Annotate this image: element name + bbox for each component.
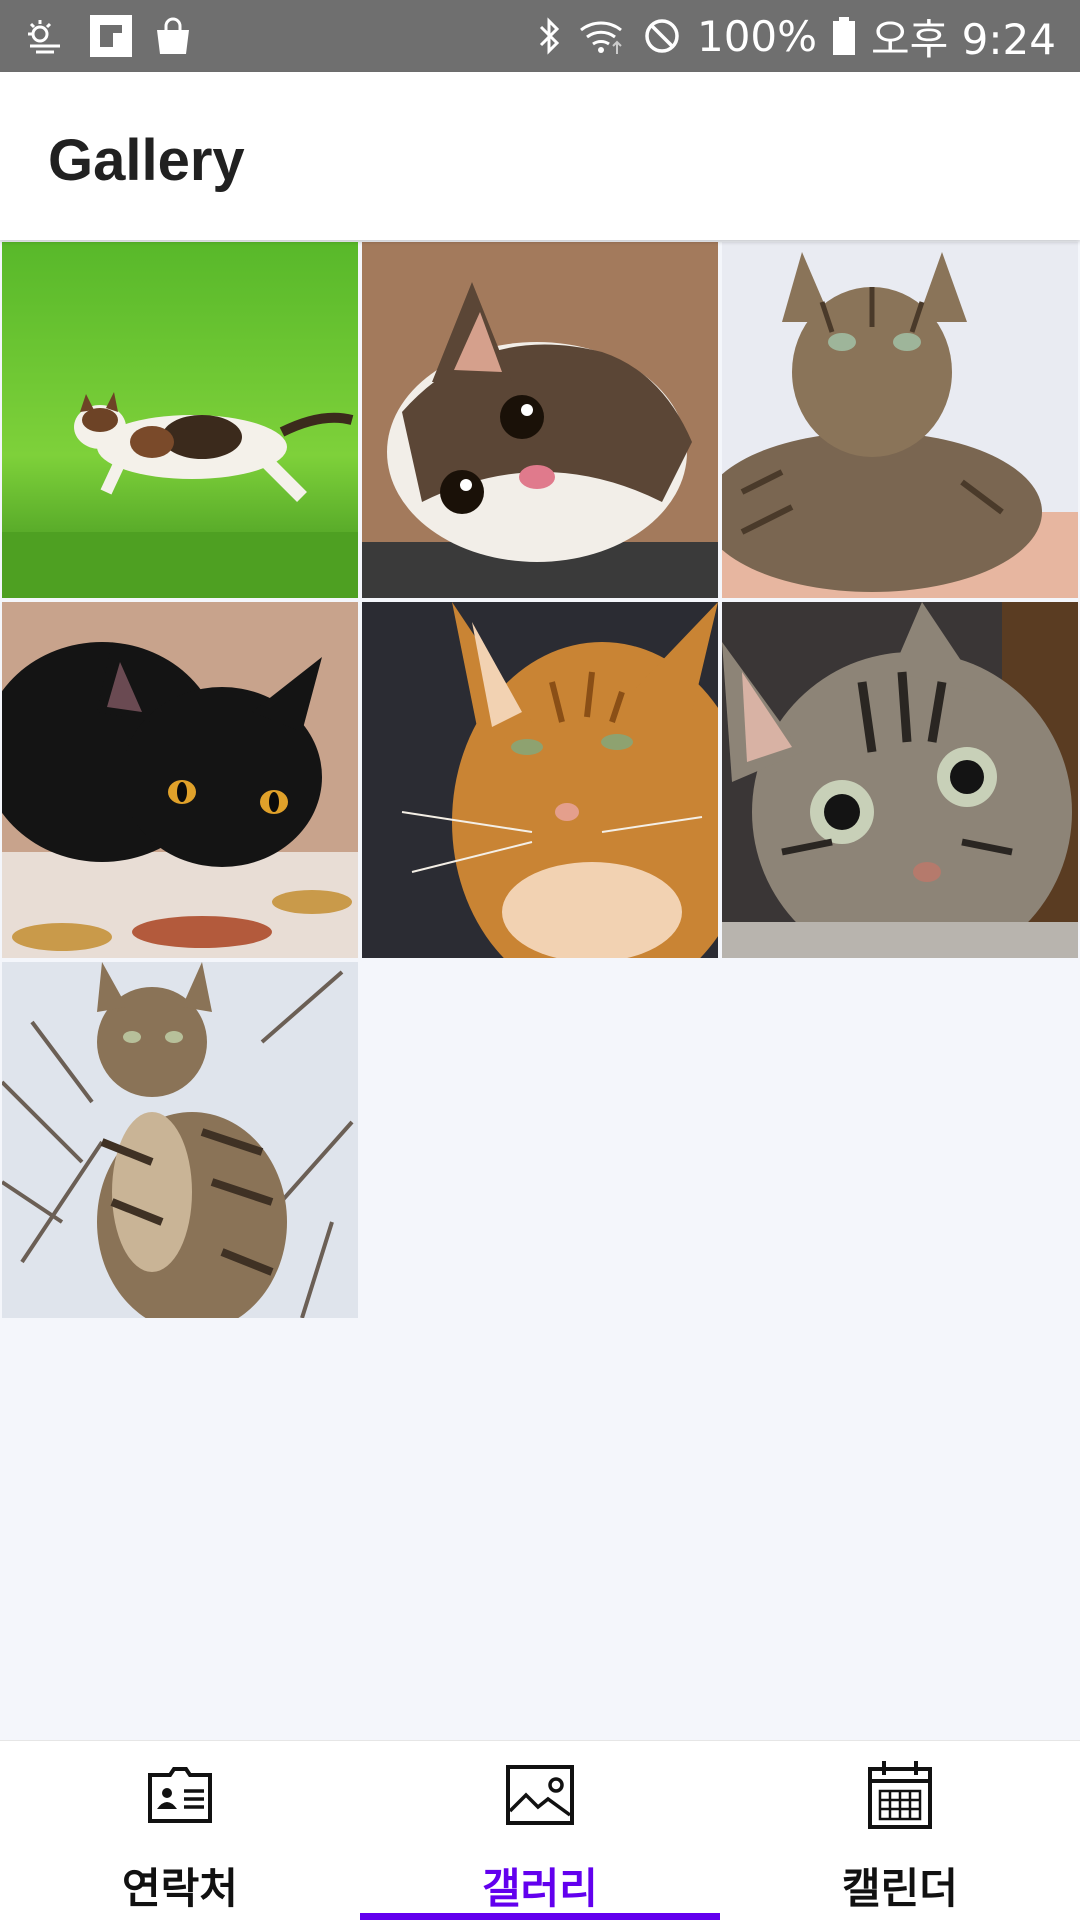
gallery-item[interactable] <box>2 962 358 1318</box>
clock: 오후 9:24 <box>871 14 1056 64</box>
cat-photo-tilted-head <box>362 242 718 598</box>
status-left-icons <box>24 10 192 62</box>
bottom-navigation: 연락처 갤러리 캘린더 <box>0 1740 1080 1920</box>
battery-icon <box>833 17 856 55</box>
do-not-disturb-icon <box>643 17 681 55</box>
wifi-icon <box>579 16 627 56</box>
gallery-item[interactable] <box>722 242 1078 598</box>
cat-photo-tabby-lying <box>722 242 1078 598</box>
gallery-item[interactable] <box>362 602 718 958</box>
status-bar: 100% 오후 9:24 <box>0 0 1080 72</box>
gallery-item[interactable] <box>2 602 358 958</box>
nav-item-calendar[interactable]: 캘린더 <box>720 1741 1080 1920</box>
nav-item-gallery[interactable]: 갤러리 <box>360 1741 720 1920</box>
status-right-icons: 100% 오후 9:24 <box>537 10 1056 64</box>
gallery-item[interactable] <box>722 602 1078 958</box>
battery-percent: 100% <box>696 11 818 61</box>
bluetooth-icon <box>537 16 563 56</box>
nav-item-contacts[interactable]: 연락처 <box>0 1741 360 1920</box>
cat-photo-jumping-kitten <box>2 242 358 598</box>
page-title: Gallery <box>48 128 245 193</box>
cat-photo-black-cat <box>2 602 358 958</box>
shopping-bag-icon <box>154 16 192 56</box>
nav-label-contacts: 연락처 <box>122 1864 238 1913</box>
calendar-icon <box>860 1755 940 1840</box>
screen: 100% 오후 9:24 Gallery 연락처 갤러리 캘린더 <box>0 0 1080 1920</box>
image-icon <box>500 1755 580 1840</box>
cat-photo-tabby-sitting <box>2 962 358 1318</box>
cat-photo-tabby-kitten <box>722 602 1078 958</box>
nav-label-gallery: 갤러리 <box>482 1864 598 1913</box>
flipboard-icon <box>90 15 132 57</box>
active-tab-indicator <box>360 1913 720 1920</box>
weather-icon <box>24 16 68 56</box>
gallery-item[interactable] <box>2 242 358 598</box>
contact-card-icon <box>140 1755 220 1840</box>
gallery-item[interactable] <box>362 242 718 598</box>
cat-photo-orange-cat <box>362 602 718 958</box>
app-bar: Gallery <box>0 72 1080 240</box>
nav-label-calendar: 캘린더 <box>842 1864 958 1913</box>
